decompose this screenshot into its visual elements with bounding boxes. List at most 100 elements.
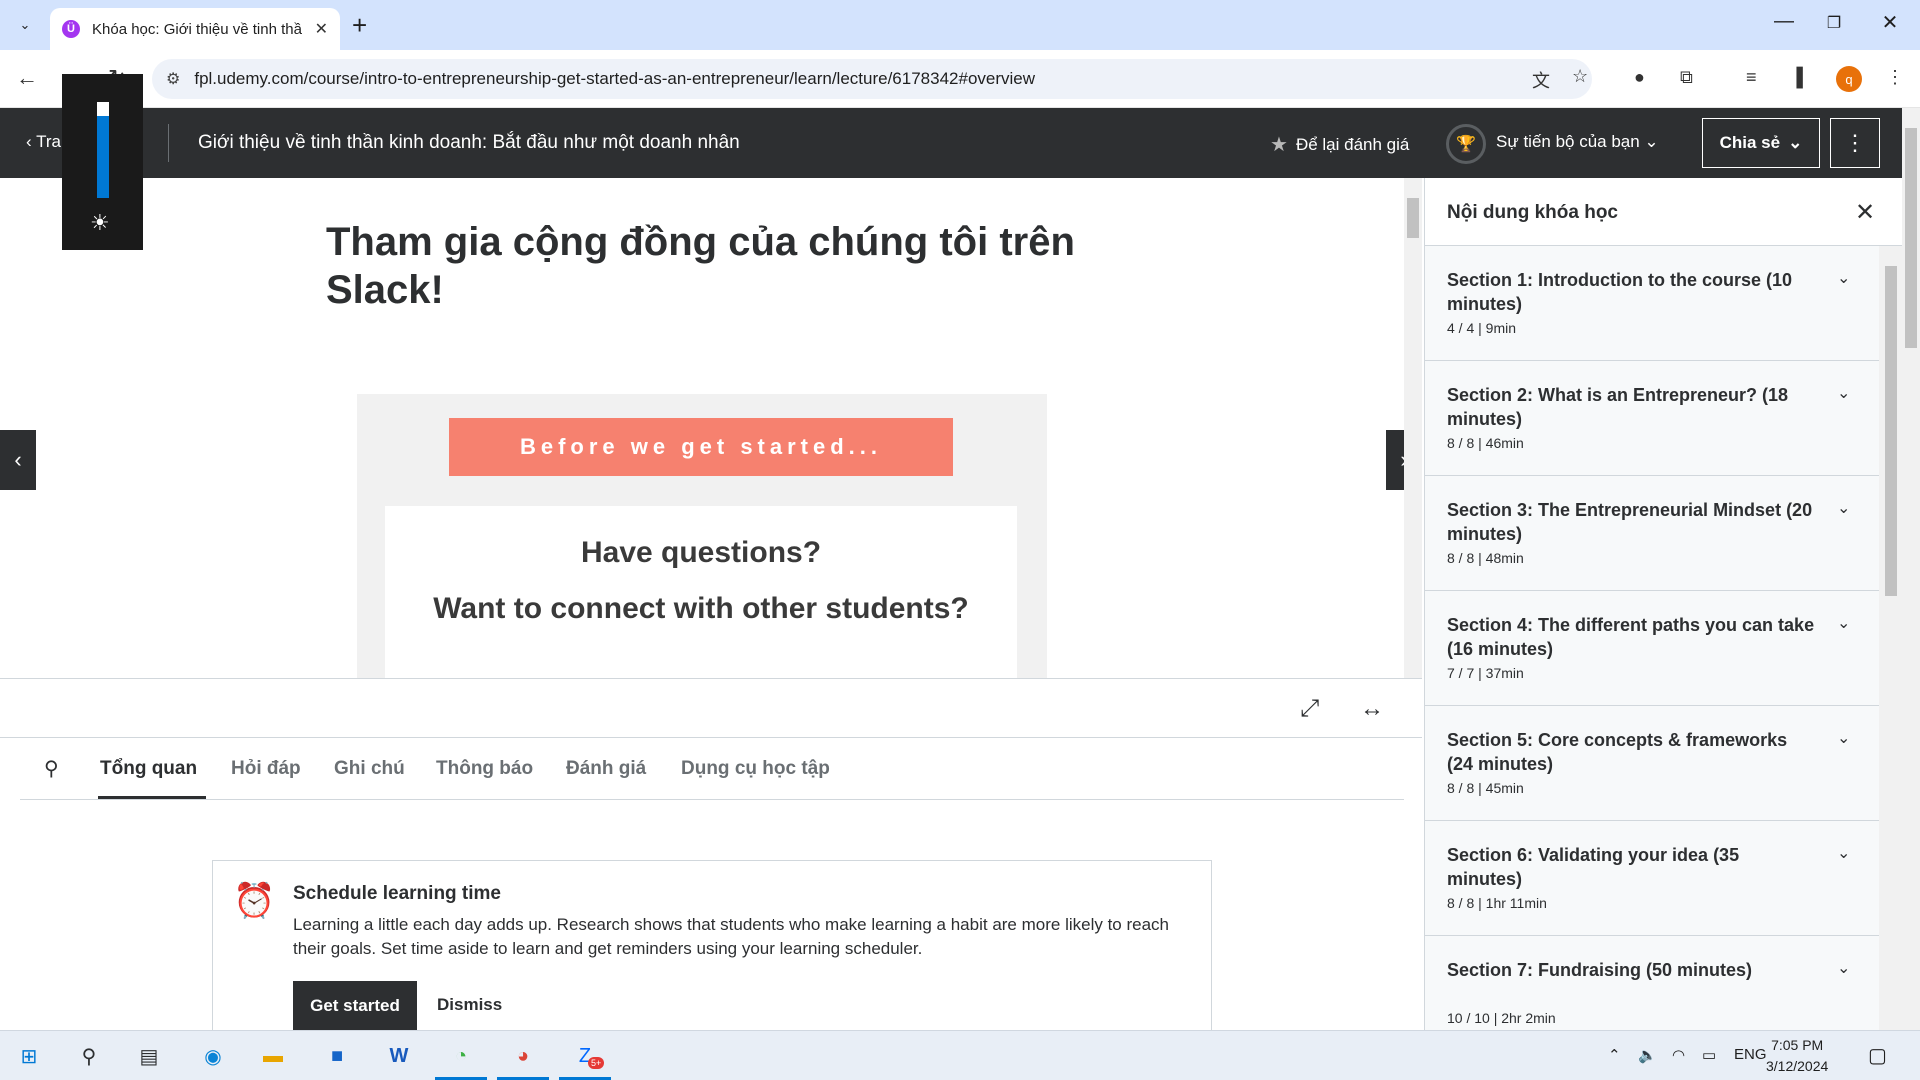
zalo-icon[interactable]: Z 5+ xyxy=(568,1039,605,1073)
page-scroll-thumb[interactable] xyxy=(1905,128,1917,348)
progress-dropdown[interactable]: Sự tiến bộ của bạn ⌄ xyxy=(1496,132,1659,152)
chrome-icon[interactable]: ◕ xyxy=(506,1039,540,1073)
tab-notes[interactable]: Ghi chú xyxy=(334,758,405,780)
chevron-down-icon[interactable]: ⌄ xyxy=(1837,498,1850,518)
section-item[interactable]: Section 3: The Entrepreneurial Mindset (… xyxy=(1425,476,1879,591)
battery-icon[interactable]: ▭ xyxy=(1702,1046,1716,1064)
section-item[interactable]: Section 4: The different paths you can t… xyxy=(1425,591,1879,706)
chevron-up-icon[interactable]: ⌃ xyxy=(1608,1046,1621,1064)
previous-lecture-icon[interactable]: ‹ xyxy=(0,430,36,490)
language-indicator[interactable]: ENG xyxy=(1734,1046,1767,1063)
back-arrow-icon[interactable]: ← xyxy=(16,65,38,91)
tab-close-icon[interactable]: ✕ xyxy=(315,19,328,39)
microsoft-store-icon[interactable]: ■ xyxy=(320,1039,354,1073)
section-title: Section 4: The different paths you can t… xyxy=(1447,615,1815,659)
lecture-controls: ⤢ ↔ xyxy=(0,678,1422,738)
chevron-down-icon[interactable]: ⌄ xyxy=(1837,728,1850,748)
section-title: Section 1: Introduction to the course (1… xyxy=(1447,270,1793,314)
search-icon[interactable]: ⚲ xyxy=(44,756,59,781)
cookie-extension-icon[interactable]: ● xyxy=(1634,67,1645,88)
page-scrollbar[interactable] xyxy=(1902,108,1920,1030)
windows-start-icon[interactable]: ⊞ xyxy=(12,1039,46,1073)
minimize-icon[interactable]: — xyxy=(1764,10,1804,33)
get-started-button[interactable]: Get started xyxy=(293,981,417,1031)
translate-icon[interactable]: 文 xyxy=(1532,67,1550,93)
section-item[interactable]: Section 7: Fundraising (50 minutes) 10 /… xyxy=(1425,936,1879,1030)
file-explorer-icon[interactable]: ▬ xyxy=(256,1039,290,1073)
tab-learning-tools[interactable]: Dụng cụ học tập xyxy=(681,758,830,780)
taskbar-clock[interactable]: 7:05 PM 3/12/2024 xyxy=(1766,1035,1828,1077)
lecture-scrollbar[interactable] xyxy=(1404,178,1422,678)
schedule-title: Schedule learning time xyxy=(293,883,501,904)
section-title: Section 7: Fundraising (50 minutes) xyxy=(1447,960,1753,980)
brightness-overlay: ☀ xyxy=(62,74,143,250)
trophy-progress-icon[interactable]: 🏆 xyxy=(1446,124,1486,164)
notification-center-icon[interactable]: ▢ xyxy=(1868,1043,1887,1068)
dismiss-button[interactable]: Dismiss xyxy=(437,995,502,1015)
connect-heading: Want to connect with other students? xyxy=(433,592,969,625)
window-close-icon[interactable]: ✕ xyxy=(1870,10,1910,35)
chevron-down-icon[interactable]: ⌄ xyxy=(1837,383,1850,403)
sidebar-scrollbar[interactable] xyxy=(1879,246,1902,1030)
alarm-clock-icon: ⏰ xyxy=(233,882,276,920)
section-meta: 10 / 10 | 2hr 2min xyxy=(1447,1010,1556,1026)
section-title: Section 5: Core concepts & frameworks (2… xyxy=(1447,730,1788,774)
tab-overview[interactable]: Tổng quan xyxy=(100,758,197,780)
section-title: Section 2: What is an Entrepreneur? (18 … xyxy=(1447,385,1789,429)
new-tab-icon[interactable]: + xyxy=(352,10,367,41)
browser-tab-active[interactable]: Ü Khóa học: Giới thiệu về tinh thầ ✕ xyxy=(50,8,340,50)
lecture-scroll-thumb[interactable] xyxy=(1407,198,1419,238)
brightness-slider[interactable] xyxy=(97,102,109,198)
extensions-puzzle-icon[interactable]: ⧉ xyxy=(1680,67,1693,88)
side-panel-icon[interactable]: ▐ xyxy=(1790,67,1803,88)
course-title: Giới thiệu về tinh thần kinh doanh: Bắt … xyxy=(198,132,740,153)
task-view-icon[interactable]: ▤ xyxy=(132,1039,166,1073)
tab-search-dropdown-icon[interactable]: ⌄ xyxy=(12,12,38,38)
volume-icon[interactable]: 🔈 xyxy=(1638,1046,1657,1064)
chevron-down-icon[interactable]: ⌄ xyxy=(1837,843,1850,863)
tab-qa[interactable]: Hỏi đáp xyxy=(231,758,301,780)
more-options-icon[interactable]: ⋮ xyxy=(1830,118,1880,168)
header-divider xyxy=(168,124,169,162)
expand-width-icon[interactable]: ↔ xyxy=(1360,695,1384,723)
profile-avatar[interactable]: q xyxy=(1836,66,1862,92)
sidebar-title: Nội dung khóa học xyxy=(1447,202,1618,223)
question-heading: Have questions? xyxy=(580,536,822,569)
chevron-down-icon: ⌄ xyxy=(1788,133,1803,152)
section-item[interactable]: Section 2: What is an Entrepreneur? (18 … xyxy=(1425,361,1879,476)
course-header: ‹ Trang chủ Giới thiệu về tinh thần kinh… xyxy=(0,108,1902,178)
media-control-icon[interactable]: ≡ xyxy=(1746,67,1757,88)
notification-badge: 5+ xyxy=(588,1057,605,1069)
leave-rating-button[interactable]: ★ Để lại đánh giá xyxy=(1270,132,1409,157)
section-item[interactable]: Section 6: Validating your idea (35 minu… xyxy=(1425,821,1879,936)
chevron-down-icon[interactable]: ⌄ xyxy=(1837,958,1850,978)
address-bar[interactable]: ⚙ fpl.udemy.com/course/intro-to-entrepre… xyxy=(152,59,1592,99)
browser-menu-icon[interactable]: ⋮ xyxy=(1886,67,1904,88)
section-item[interactable]: Section 1: Introduction to the course (1… xyxy=(1425,246,1879,361)
fullscreen-icon[interactable]: ⤢ xyxy=(1300,695,1319,723)
share-label: Chia sẻ xyxy=(1719,133,1781,152)
close-icon[interactable]: ✕ xyxy=(1855,198,1875,227)
word-icon[interactable]: W xyxy=(382,1039,416,1073)
wifi-icon[interactable]: ◠ xyxy=(1672,1046,1685,1064)
url-text[interactable]: fpl.udemy.com/course/intro-to-entreprene… xyxy=(194,69,1035,89)
section-meta: 8 / 8 | 45min xyxy=(1447,780,1524,796)
chevron-down-icon[interactable]: ⌄ xyxy=(1837,268,1850,288)
app-icon[interactable]: ◔ xyxy=(444,1039,478,1073)
restore-icon[interactable]: ❐ xyxy=(1814,13,1854,33)
share-button[interactable]: Chia sẻ ⌄ xyxy=(1702,118,1820,168)
tab-reviews[interactable]: Đánh giá xyxy=(566,758,646,780)
lecture-title: Tham gia cộng đồng của chúng tôi trên Sl… xyxy=(326,220,1075,312)
slack-promo-card: Before we get started... Have questions?… xyxy=(357,394,1047,678)
tab-announcements[interactable]: Thông báo xyxy=(436,758,533,780)
chevron-down-icon[interactable]: ⌄ xyxy=(1837,613,1850,633)
sidebar-scroll-thumb[interactable] xyxy=(1885,266,1897,596)
search-icon[interactable]: ⚲ xyxy=(72,1039,106,1073)
course-tabs: ⚲ Tổng quan Hỏi đáp Ghi chú Thông báo Đá… xyxy=(20,738,1404,800)
site-info-icon[interactable]: ⚙ xyxy=(166,69,180,89)
section-item[interactable]: Section 5: Core concepts & frameworks (2… xyxy=(1425,706,1879,821)
edge-browser-icon[interactable]: ◉ xyxy=(196,1039,230,1073)
clock-date: 3/12/2024 xyxy=(1766,1058,1829,1074)
bookmark-star-icon[interactable]: ☆ xyxy=(1572,66,1588,87)
browser-tab-title: Khóa học: Giới thiệu về tinh thầ xyxy=(92,20,302,38)
